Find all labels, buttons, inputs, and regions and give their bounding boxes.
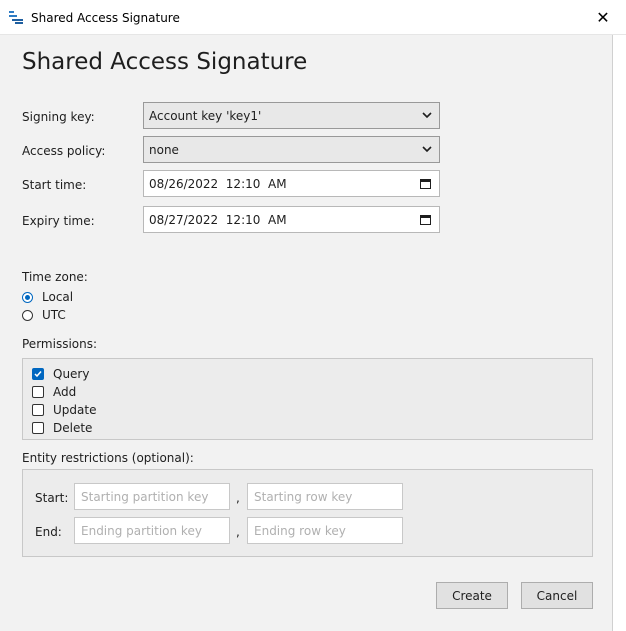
end-label: End:: [35, 525, 62, 539]
calendar-icon[interactable]: [420, 214, 431, 225]
create-button-label: Create: [452, 588, 492, 603]
starting-row-key-input[interactable]: Starting row key: [247, 483, 403, 510]
create-button[interactable]: Create: [436, 582, 508, 609]
ending-row-key-input[interactable]: Ending row key: [247, 517, 403, 544]
expiry-time-value: 08/27/2022 12:10 AM: [149, 212, 287, 227]
time-zone-utc-radio[interactable]: UTC: [22, 308, 66, 322]
placeholder-text: Starting partition key: [81, 489, 209, 504]
expiry-time-label: Expiry time:: [22, 214, 95, 228]
placeholder-text: Ending partition key: [81, 523, 202, 538]
start-time-value: 08/26/2022 12:10 AM: [149, 176, 287, 191]
storage-explorer-icon: [9, 11, 23, 24]
access-policy-value: none: [149, 142, 179, 157]
radio-unselected-icon: [22, 309, 33, 321]
ending-partition-key-input[interactable]: Ending partition key: [74, 517, 230, 544]
permission-add-checkbox[interactable]: Add: [32, 385, 76, 399]
permissions-label: Permissions:: [22, 337, 98, 351]
checkbox-label: Update: [53, 403, 97, 417]
chevron-down-icon: [422, 146, 432, 153]
signing-key-value: Account key 'key1': [149, 108, 262, 123]
access-policy-select[interactable]: none: [143, 136, 440, 163]
calendar-icon[interactable]: [420, 178, 431, 189]
checkbox-unchecked-icon: [32, 422, 44, 434]
radio-label: UTC: [42, 308, 66, 322]
entity-restrictions-group: Start: Starting partition key , Starting…: [22, 469, 593, 557]
window-title: Shared Access Signature: [31, 11, 180, 25]
permission-delete-checkbox[interactable]: Delete: [32, 421, 92, 435]
comma-separator: ,: [236, 491, 240, 505]
placeholder-text: Ending row key: [254, 523, 346, 538]
cancel-button[interactable]: Cancel: [521, 582, 593, 609]
starting-partition-key-input[interactable]: Starting partition key: [74, 483, 230, 510]
chevron-down-icon: [422, 112, 432, 119]
radio-selected-icon: [22, 291, 33, 303]
radio-label: Local: [42, 290, 74, 304]
start-label: Start:: [35, 491, 69, 505]
signing-key-select[interactable]: Account key 'key1': [143, 102, 440, 129]
signing-key-label: Signing key:: [22, 110, 95, 124]
time-zone-local-radio[interactable]: Local: [22, 290, 73, 304]
cancel-button-label: Cancel: [536, 588, 578, 603]
expiry-time-input[interactable]: 08/27/2022 12:10 AM: [143, 206, 440, 233]
access-policy-label: Access policy:: [22, 144, 106, 158]
checkbox-checked-icon: [32, 368, 44, 380]
checkbox-unchecked-icon: [32, 386, 44, 398]
permission-query-checkbox[interactable]: Query: [32, 367, 89, 381]
start-time-label: Start time:: [22, 178, 87, 192]
checkbox-label: Add: [53, 385, 77, 399]
dialog-heading: Shared Access Signature: [22, 49, 308, 75]
checkbox-unchecked-icon: [32, 404, 44, 416]
sas-dialog: Shared Access Signature Signing key: Acc…: [0, 35, 613, 631]
placeholder-text: Starting row key: [254, 489, 353, 504]
checkbox-label: Delete: [53, 421, 93, 435]
comma-separator: ,: [236, 525, 240, 539]
time-zone-label: Time zone:: [22, 270, 88, 284]
entity-restrictions-label: Entity restrictions (optional):: [22, 451, 194, 465]
start-time-input[interactable]: 08/26/2022 12:10 AM: [143, 170, 440, 197]
permission-update-checkbox[interactable]: Update: [32, 403, 96, 417]
close-icon: ✕: [596, 7, 610, 27]
title-bar: Shared Access Signature ✕: [0, 0, 626, 35]
close-button[interactable]: ✕: [580, 0, 626, 34]
permissions-group: Query Add Update Delete: [22, 358, 593, 440]
checkbox-label: Query: [53, 367, 90, 381]
